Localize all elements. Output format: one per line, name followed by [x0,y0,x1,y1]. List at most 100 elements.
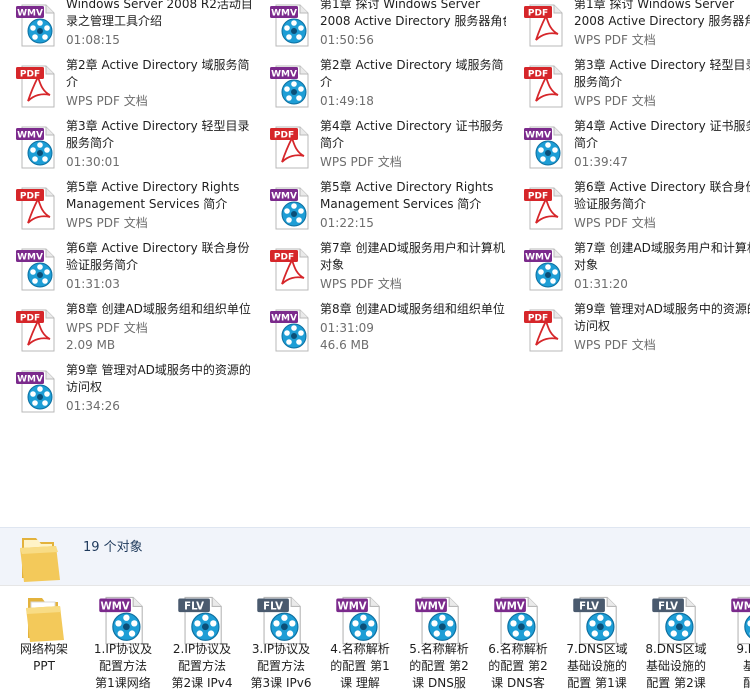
video-file-icon: FLV [650,594,702,646]
file-item[interactable]: FLV 3.IP协议及 配置方法 第3课 IPv6 [242,586,320,690]
file-type-badge: WMV [525,253,551,263]
file-meta: 01:31:09 [320,321,374,335]
file-name: 第1章 探讨 Windows Server 2008 Active Directo… [320,0,506,28]
file-type-badge: PDF [20,192,40,202]
file-meta: WPS PDF 文档 [66,94,148,108]
file-item[interactable]: PDF 第5章 Active Directory Rights Management… [0,179,254,237]
video-file-icon: FLV [255,594,307,646]
file-item[interactable]: FLV 2.IP协议及 配置方法 第2课 IPv4 [163,586,241,690]
item-count: 19 个对象 [83,540,143,555]
file-item[interactable]: PDF 第2章 Active Directory 域服务简介 WPS PDF 文档 [0,57,254,115]
file-item[interactable]: WMV 第4章 Active Directory 证书服务 简介 01:39:47 [508,118,750,176]
file-name: 第5章 Active Directory Rights Management Se… [66,180,240,211]
file-item[interactable]: PDF 第8章 创建AD域服务组和组织单位 WPS PDF 文档 2.09 MB [0,301,254,359]
file-type-badge: PDF [528,314,548,324]
file-name: 第7章 创建AD域服务用户和计算机 对象 [320,241,505,272]
file-type-badge: FLV [579,601,599,612]
file-meta: 01:22:15 [320,216,374,230]
file-item[interactable]: WMV 第6章 Active Directory 联合身份 验证服务简介 01:31:… [0,240,254,298]
file-meta: WPS PDF 文档 [574,216,656,230]
file-item[interactable]: PDF 第4章 Active Directory 证书服务 简介 WPS PDF 文档 [254,118,508,176]
file-meta: 01:31:03 [66,277,120,291]
file-name: 第6章 Active Directory 联合身份 验证服务简介 [66,241,250,272]
file-name: 3.IP协议及 配置方法 第3课 IPv6 [250,642,312,690]
pdf-file-icon: PDF [14,63,60,109]
file-name: 第2章 Active Directory 域服务简介 [66,58,250,89]
folder-icon [18,594,70,646]
file-type-badge: WMV [271,70,297,80]
file-type-badge: WMV [271,192,297,202]
file-item[interactable]: WMV 第2章 Active Directory 域服务简介 01:49:18 [254,57,508,115]
file-meta: 01:08:15 [66,33,120,47]
file-item[interactable]: PDF 第3章 Active Directory 轻型目录 服务简介 WPS PDF … [508,57,750,115]
file-name: 网络构架 PPT [19,642,68,673]
file-item[interactable]: WMV 第3章 Active Directory 轻型目录 服务简介 01:30:01 [0,118,254,176]
file-type-badge: WMV [271,314,297,324]
file-name: 第3章 Active Directory 轻型目录 服务简介 [66,119,250,150]
pdf-file-icon: PDF [14,307,60,353]
file-list-view[interactable]: WMV Windows Server 2008 R2活动目 录之管理工具介绍 01:0… [0,0,750,527]
folder-icon-strip[interactable]: 网络构架 PPT WMV 1.IP协议及 配置方法 第1课网络 FLV 2.IP协议及 配置方法… [0,585,750,690]
file-item[interactable]: PDF 第6章 Active Directory 联合身份 验证服务简介 WPS PD… [508,179,750,237]
file-name: 4.名称解析 的配置 第1 课 理解 [330,642,390,690]
file-meta: WPS PDF 文档 [574,338,656,352]
file-item[interactable]: WMV 第8章 创建AD域服务组和组织单位 01:31:09 46.6 MB [254,301,508,359]
file-type-badge: FLV [184,601,204,612]
file-meta: WPS PDF 文档 [66,216,148,230]
file-name: 第4章 Active Directory 证书服务 简介 [574,119,750,150]
file-item[interactable]: WMV 4.名称解析 的配置 第1 课 理解 [321,586,399,690]
file-item[interactable]: WMV 第1章 探讨 Windows Server 2008 Active Dire… [254,0,508,54]
file-item[interactable]: PDF 第1章 探讨 Windows Server 2008 Active Dire… [508,0,750,54]
file-type-badge: PDF [528,192,548,202]
file-item[interactable]: WMV 9.DNS基础配置 [716,586,750,690]
file-item[interactable]: WMV 第7章 创建AD域服务用户和计算机 对象 01:31:20 [508,240,750,298]
file-name: 第2章 Active Directory 域服务简介 [320,58,504,89]
file-meta: 01:39:47 [574,155,628,169]
video-file-icon: FLV [176,594,228,646]
video-file-icon: WMV [334,594,386,646]
video-file-icon: WMV [522,246,568,292]
video-file-icon: WMV [268,307,314,353]
file-item[interactable]: WMV 5.名称解析 的配置 第2 课 DNS服 [400,586,478,690]
file-name: 第9章 管理对AD域服务中的资源的 访问权 [574,302,750,333]
file-item[interactable]: WMV 第9章 管理对AD域服务中的资源的 访问权 01:34:26 [0,362,254,420]
video-file-icon: WMV [14,368,60,414]
video-file-icon: WMV [268,2,314,48]
pdf-file-icon: PDF [268,124,314,170]
file-name: 第5章 Active Directory Rights Management Se… [320,180,494,211]
file-type-badge: WMV [17,9,43,19]
file-item[interactable]: WMV 6.名称解析 的配置 第2 课 DNS客 [479,586,557,690]
file-item[interactable]: WMV 第5章 Active Directory Rights Management… [254,179,508,237]
video-file-icon: WMV [14,124,60,170]
file-type-badge: PDF [20,70,40,80]
file-name: 第1章 探讨 Windows Server 2008 Active Directo… [574,0,750,28]
file-name: 第3章 Active Directory 轻型目录 服务简介 [574,58,750,89]
file-item[interactable]: FLV 8.DNS区域 基础设施的 配置 第2课 [637,586,715,690]
file-name: 7.DNS区域 基础设施的 配置 第1课 [566,642,628,690]
file-size: 2.09 MB [66,338,116,352]
video-file-icon: WMV [14,246,60,292]
file-item[interactable]: FLV 7.DNS区域 基础设施的 配置 第1课 [558,586,636,690]
file-type-badge: PDF [528,70,548,80]
file-type-badge: PDF [20,314,40,324]
file-item[interactable]: PDF 第7章 创建AD域服务用户和计算机 对象 WPS PDF 文档 [254,240,508,298]
file-name: 9.DNS基础配置 [736,642,750,690]
file-item[interactable]: PDF 第9章 管理对AD域服务中的资源的 访问权 WPS PDF 文档 [508,301,750,359]
details-pane: 19 个对象 [0,527,750,585]
file-name: 5.名称解析 的配置 第2 课 DNS服 [409,642,469,690]
file-type-badge: WMV [525,131,551,141]
file-meta: WPS PDF 文档 [320,277,402,291]
video-file-icon: WMV [14,2,60,48]
file-type-badge: WMV [496,601,525,612]
file-item[interactable]: WMV Windows Server 2008 R2活动目 录之管理工具介绍 01:0… [0,0,254,54]
pdf-file-icon: PDF [14,185,60,231]
file-meta: WPS PDF 文档 [574,94,656,108]
folder-item[interactable]: 网络构架 PPT [5,586,83,690]
file-type-badge: WMV [17,131,43,141]
file-type-badge: WMV [17,253,43,263]
pdf-file-icon: PDF [522,307,568,353]
pdf-file-icon: PDF [268,246,314,292]
file-meta: 01:31:20 [574,277,628,291]
file-item[interactable]: WMV 1.IP协议及 配置方法 第1课网络 [84,586,162,690]
file-type-badge: PDF [274,253,294,263]
